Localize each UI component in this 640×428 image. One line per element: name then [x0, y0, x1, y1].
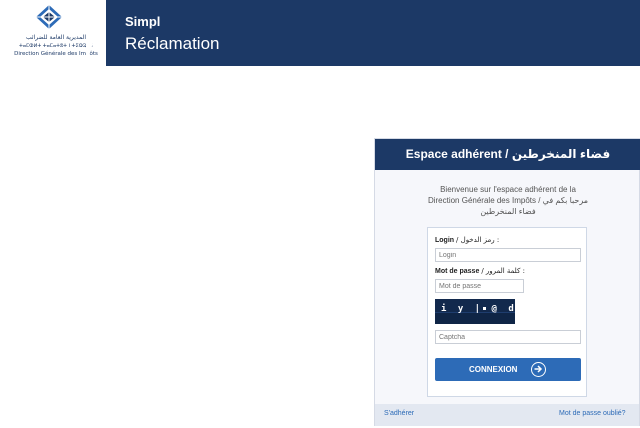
- captcha-input[interactable]: [435, 330, 581, 344]
- password-label: Mot de passe / كلمة المرور :: [435, 267, 525, 275]
- header-divider: [86, 0, 106, 66]
- login-input[interactable]: [435, 248, 581, 262]
- app-name: Simpl: [125, 14, 161, 29]
- connexion-button-label: CONNEXION: [469, 365, 518, 374]
- top-header: المديرية العامة للضرائب ⵜⴰⵎⵀⵍⵜ ⵜⴰⵎⴰⵜⵓⵜ ⵏ…: [0, 0, 640, 66]
- login-label-ar: / رمز الدخول :: [456, 236, 500, 244]
- captcha-noise-dot: [483, 307, 486, 310]
- login-panel-footer: S'adhérer Mot de passe oublié?: [375, 404, 639, 426]
- register-link[interactable]: S'adhérer: [384, 410, 414, 417]
- captcha-text: i y | @ d p: [441, 304, 515, 314]
- password-label-fr: Mot de passe: [435, 268, 480, 275]
- password-input[interactable]: [435, 279, 524, 293]
- login-label: Login / رمز الدخول :: [435, 236, 499, 244]
- forgot-password-link[interactable]: Mot de passe oublié?: [559, 410, 626, 417]
- login-panel: Espace adhérent / فضاء المنخرطين Bienven…: [374, 138, 640, 426]
- dgi-emblem-icon: [36, 5, 62, 29]
- app-subtitle: Réclamation: [125, 34, 220, 53]
- arrow-right-circle-icon: [531, 362, 546, 377]
- captcha-image: i y | @ d p: [435, 299, 515, 324]
- login-panel-title: Espace adhérent / فضاء المنخرطين: [375, 139, 640, 170]
- login-label-fr: Login: [435, 237, 455, 244]
- welcome-message: Bienvenue sur l'espace adhérent de la Di…: [375, 184, 640, 217]
- password-label-ar: / كلمة المرور :: [481, 267, 525, 275]
- welcome-line-1: Bienvenue sur l'espace adhérent de la: [440, 185, 576, 194]
- welcome-line-2: Direction Générale des Impôts / مرحبا بك…: [427, 196, 589, 205]
- connexion-button[interactable]: CONNEXION: [435, 358, 581, 381]
- welcome-line-3: فضاء المنخرطين: [480, 207, 536, 216]
- login-form: Login / رمز الدخول : Mot de passe / كلمة…: [427, 227, 587, 397]
